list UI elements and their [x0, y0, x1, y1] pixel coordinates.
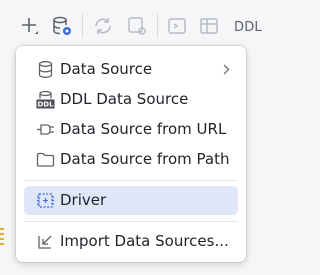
menu-separator	[24, 221, 238, 222]
menu-item-import-data-sources[interactable]: Import Data Sources...	[24, 227, 238, 256]
table-button[interactable]	[197, 14, 221, 38]
menu-item-ddl-data-source[interactable]: DDL DDL Data Source	[24, 85, 238, 114]
folder-icon	[36, 150, 55, 169]
menu-item-driver[interactable]: Driver	[24, 186, 238, 215]
toolbar-separator	[82, 14, 83, 38]
add-button[interactable]	[18, 14, 42, 38]
menu-item-data-source-from-path[interactable]: Data Source from Path	[24, 145, 238, 174]
menu-item-data-source[interactable]: Data Source	[24, 55, 238, 84]
refresh-icon	[91, 14, 115, 38]
refresh-button[interactable]	[91, 14, 115, 38]
menu-item-label: Data Source from Path	[60, 150, 230, 168]
svg-text:DDL: DDL	[37, 101, 54, 109]
new-datasource-menu: Data Source DDL DDL Data Source Data Sou…	[16, 46, 246, 262]
database-settings-icon	[50, 14, 74, 38]
sync-button[interactable]	[125, 14, 149, 38]
console-icon	[165, 14, 189, 38]
toolbar: DDL	[0, 0, 262, 44]
plug-icon	[36, 120, 55, 139]
menu-item-label: Driver	[60, 191, 107, 209]
menu-item-label: DDL Data Source	[60, 90, 189, 108]
menu-item-data-source-from-url[interactable]: Data Source from URL	[24, 115, 238, 144]
table-icon	[197, 14, 221, 38]
menu-separator	[24, 180, 238, 181]
gutter-marks	[0, 228, 4, 246]
plus-icon	[18, 14, 42, 38]
driver-icon	[36, 191, 55, 210]
import-arrow-icon	[36, 232, 55, 251]
menu-item-label: Import Data Sources...	[60, 232, 229, 250]
menu-item-label: Data Source from URL	[60, 120, 227, 138]
ddl-icon: DDL	[36, 90, 55, 109]
menu-item-label: Data Source	[60, 60, 153, 78]
console-button[interactable]	[165, 14, 189, 38]
chevron-right-icon	[220, 61, 232, 78]
toolbar-separator	[157, 14, 158, 38]
ddl-button[interactable]: DDL	[234, 20, 262, 35]
database-icon	[36, 60, 55, 79]
sync-icon	[125, 14, 149, 38]
datasource-properties-button[interactable]	[50, 14, 74, 38]
